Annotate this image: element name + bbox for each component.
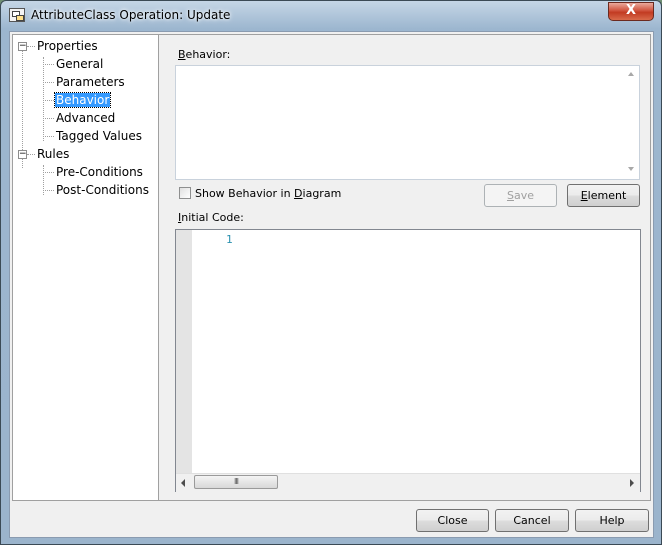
save-button[interactable]: Save [484, 184, 557, 207]
tree-connector [27, 154, 35, 155]
scroll-right-icon[interactable] [630, 479, 634, 487]
show-behavior-label-mnemonic: D [294, 187, 303, 200]
element-button-mnemonic: E [580, 189, 588, 202]
tree-connector [43, 64, 54, 65]
line-number: 1 [226, 233, 233, 246]
scroll-up-icon[interactable] [628, 72, 634, 76]
show-behavior-checkbox[interactable] [179, 187, 191, 199]
tree-connector [43, 100, 54, 101]
tree-item-tagged-values[interactable]: Tagged Values [56, 128, 142, 144]
collapse-icon[interactable]: − [18, 42, 27, 51]
window-title: AttributeClass Operation: Update [31, 8, 231, 22]
save-button-label: ave [513, 189, 534, 202]
app-icon [9, 8, 25, 22]
collapse-icon[interactable]: − [18, 150, 27, 159]
behavior-label: Behavior: [178, 48, 230, 61]
tree-item-post-conditions[interactable]: Post-Conditions [56, 182, 149, 198]
help-button[interactable]: Help [575, 509, 649, 532]
close-button[interactable]: Close [416, 509, 489, 532]
tree-connector [22, 158, 23, 168]
tree-connector [43, 136, 54, 137]
scroll-left-icon[interactable] [181, 479, 185, 487]
behavior-panel: Behavior: Show Behavior in Diagram Save … [159, 34, 651, 501]
tree-connector [22, 50, 23, 162]
tree-connector [43, 172, 54, 173]
tree-connector [43, 118, 54, 119]
tree-connector [43, 57, 44, 141]
behavior-label-rest: ehavior: [185, 48, 231, 61]
dialog-footer: Close Cancel Help [10, 502, 653, 537]
tree-connector [27, 46, 35, 47]
scroll-down-icon[interactable] [628, 167, 634, 171]
tree-item-rules[interactable]: Rules [37, 146, 69, 162]
tree-item-behavior[interactable]: Behavior [53, 92, 112, 108]
show-behavior-label-pre: Show Behavior in [195, 187, 295, 200]
save-button-mnemonic: S [506, 189, 514, 202]
scrollbar-thumb[interactable]: III [194, 475, 278, 489]
close-icon: X [625, 3, 637, 18]
editor-horizontal-scrollbar[interactable]: III [176, 473, 640, 492]
tree-item-pre-conditions[interactable]: Pre-Conditions [56, 164, 143, 180]
tree-item-parameters[interactable]: Parameters [56, 74, 125, 90]
dialog-window: AttributeClass Operation: Update X − Pro… [0, 0, 662, 545]
initial-code-editor[interactable]: 1 III [175, 229, 641, 492]
tree-connector [43, 190, 54, 191]
tree-item-advanced[interactable]: Advanced [56, 110, 115, 126]
navigation-tree[interactable]: − Properties General Parameters Behavior… [12, 34, 159, 501]
behavior-vertical-scrollbar[interactable] [623, 66, 639, 179]
tree-item-general[interactable]: General [56, 56, 103, 72]
behavior-label-mnemonic: B [178, 48, 186, 61]
element-button[interactable]: Element [567, 184, 640, 207]
cancel-button[interactable]: Cancel [495, 509, 569, 532]
initial-code-label: Initial Code: [178, 211, 244, 224]
show-behavior-label[interactable]: Show Behavior in Diagram [195, 187, 341, 200]
tree-item-properties[interactable]: Properties [37, 38, 98, 54]
title-bar[interactable]: AttributeClass Operation: Update X [1, 1, 661, 31]
tree-connector [43, 82, 54, 83]
close-window-button[interactable]: X [608, 2, 654, 21]
dialog-client-area: − Properties General Parameters Behavior… [9, 31, 654, 538]
show-behavior-label-post: iagram [302, 187, 342, 200]
tree-item-behavior-label: Behavior [53, 92, 112, 108]
element-button-label: lement [587, 189, 627, 202]
editor-gutter [176, 230, 192, 473]
initial-code-label-rest: nitial Code: [181, 211, 244, 224]
behavior-textarea[interactable] [175, 65, 640, 180]
